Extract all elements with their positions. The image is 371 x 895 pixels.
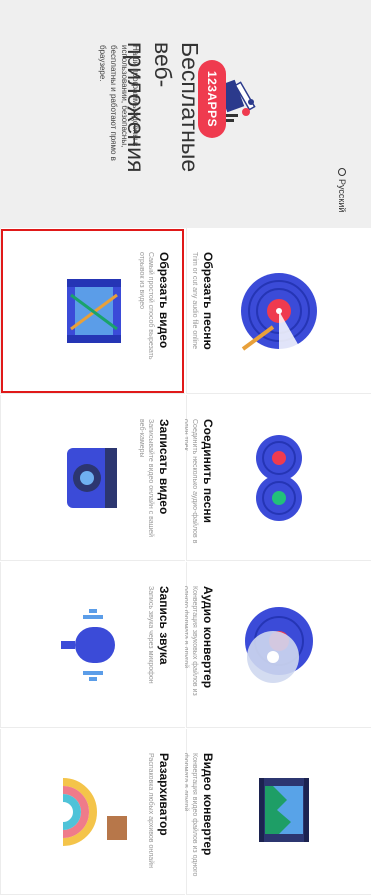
- tool-card-join-songs[interactable]: Соединить песни Соединить несколько ауди…: [182, 395, 371, 561]
- globe-icon: [338, 168, 346, 176]
- language-selector[interactable]: Русский: [337, 168, 347, 212]
- tool-title: Аудио конвертер: [201, 586, 215, 689]
- tool-card-cut-video[interactable]: Обрезать видео Самый простой способ выре…: [0, 228, 185, 394]
- hero-panel: Русский 123APPS Бесплатные веб-приложени…: [0, 0, 371, 228]
- tool-title: Обрезать песню: [201, 252, 215, 350]
- page: Русский 123APPS Бесплатные веб-приложени…: [0, 0, 371, 895]
- voice-recorder-icon: [61, 609, 115, 681]
- join-songs-icon: [256, 435, 302, 521]
- tool-title: Разархиватор: [157, 753, 171, 836]
- language-label: Русский: [337, 179, 347, 213]
- trim-song-icon: [241, 273, 317, 353]
- app-logo[interactable]: 123APPS: [198, 60, 256, 138]
- cut-video-icon: [67, 279, 121, 343]
- tool-title: Запись звука: [157, 586, 171, 665]
- tool-description: Записывайте видео онлайн с вашей веб-кам…: [138, 419, 154, 538]
- tools-grid: Обрезать песню Trim or cut any audio fil…: [0, 228, 371, 895]
- tool-card-audio-converter[interactable]: Аудио конвертер Конвертация звуковых фай…: [182, 562, 371, 728]
- tool-title: Соединить песни: [201, 419, 215, 523]
- tool-description: Запись звука через микрофон: [147, 586, 154, 684]
- tool-description: Распаковка любых архивов онлайн: [147, 753, 154, 868]
- hero-description: Наши программы удобны в использовании, б…: [98, 45, 140, 161]
- tool-title: Видео конвертер: [201, 753, 215, 856]
- audio-converter-icon: [245, 607, 313, 683]
- video-recorder-icon: [67, 448, 117, 508]
- tool-description: Самый простой способ вырезать отрывок из…: [138, 252, 154, 360]
- tool-card-trim-song[interactable]: Обрезать песню Trim or cut any audio fil…: [186, 228, 371, 394]
- tool-card-voice-recorder[interactable]: Запись звука Запись звука через микрофон: [0, 562, 185, 728]
- tool-card-archive-extractor[interactable]: Разархиватор Распаковка любых архивов он…: [0, 729, 185, 895]
- tool-title: Обрезать видео: [157, 252, 171, 349]
- tool-title: Записать видео: [157, 419, 171, 515]
- tool-description: Trim or cut any audio file online: [191, 252, 198, 350]
- tool-card-video-recorder[interactable]: Записать видео Записывайте видео онлайн …: [0, 395, 185, 561]
- video-converter-icon: [259, 778, 309, 842]
- tool-card-video-converter[interactable]: Видео конвертер Конвертация видео файлов…: [182, 729, 371, 895]
- archive-extractor-icon: [62, 778, 127, 846]
